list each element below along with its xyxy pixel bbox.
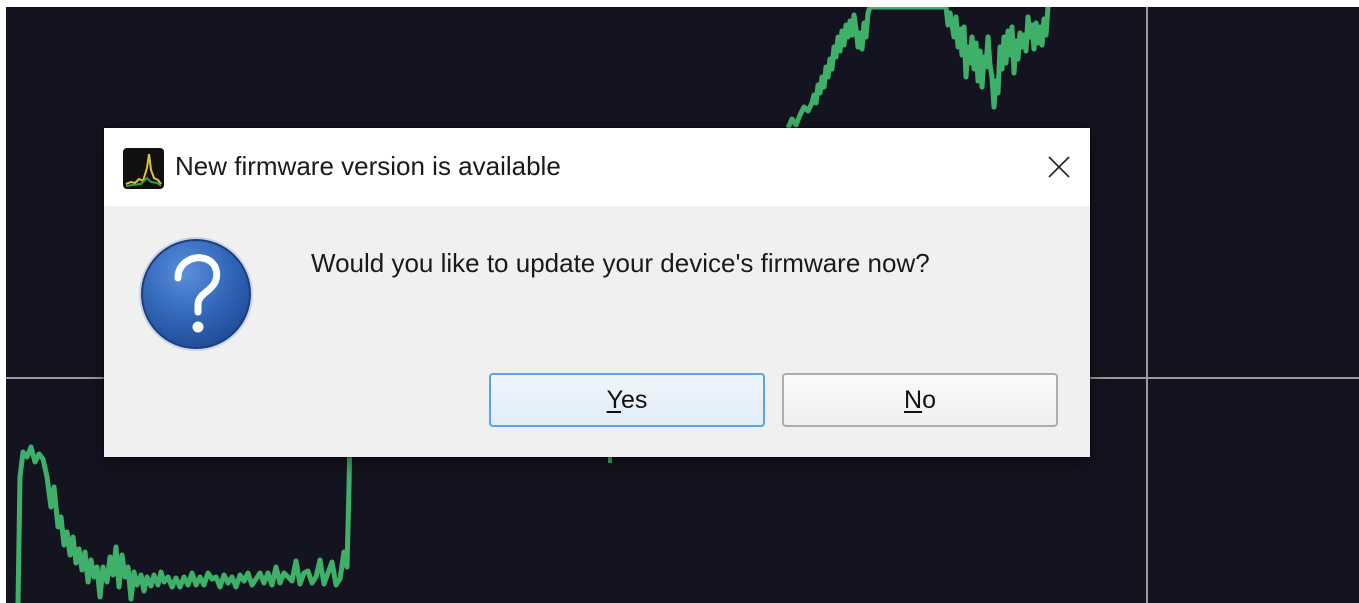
close-icon (1048, 156, 1070, 178)
dialog-titlebar[interactable]: New firmware version is available (104, 128, 1090, 206)
no-button-label: No (904, 385, 936, 414)
close-button[interactable] (1028, 128, 1090, 206)
trace-right (785, 7, 1051, 130)
spectrum-analyzer-app-icon (123, 148, 164, 189)
firmware-update-dialog: New firmware version is available Would … (104, 128, 1090, 457)
yes-button-label: Yes (606, 385, 648, 414)
dialog-message: Would you like to update your device's f… (311, 248, 930, 278)
question-mark-icon (139, 237, 253, 351)
yes-button[interactable]: Yes (489, 373, 765, 427)
no-button[interactable]: No (782, 373, 1058, 427)
dialog-title: New firmware version is available (175, 151, 561, 181)
